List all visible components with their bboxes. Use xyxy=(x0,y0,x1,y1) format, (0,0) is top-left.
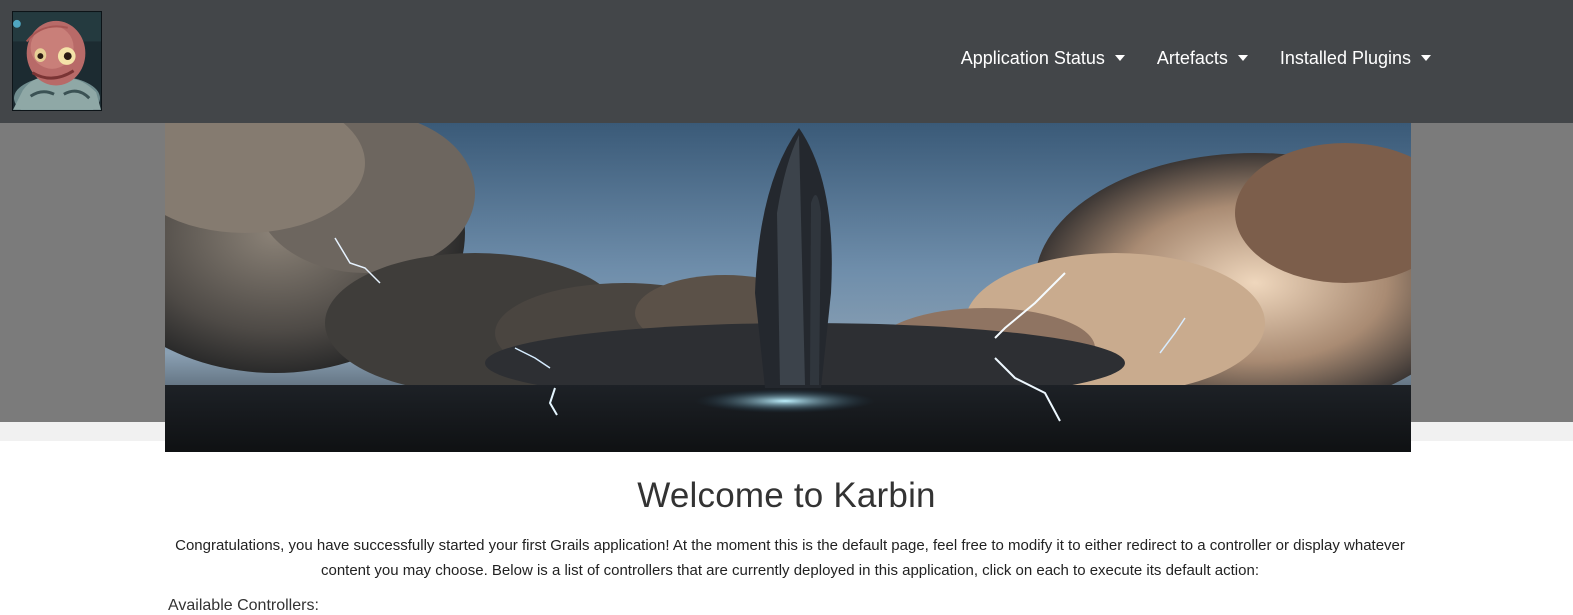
nav-artefacts-dropdown[interactable]: Artefacts xyxy=(1141,48,1264,69)
nav-application-status-dropdown[interactable]: Application Status xyxy=(945,48,1141,69)
caret-down-icon xyxy=(1421,54,1431,61)
controllers-heading: Available Controllers: xyxy=(168,597,319,614)
nav-item-label: Artefacts xyxy=(1156,48,1228,68)
main-nav-menu: Application Status Artefacts Installed P… xyxy=(945,48,1447,69)
caret-down-icon xyxy=(1237,54,1248,61)
caret-down-icon xyxy=(1114,54,1125,61)
intro-paragraph: Congratulations, you have successfully s… xyxy=(175,537,1405,579)
page-title: Welcome to Karbin xyxy=(637,476,936,515)
hero-banner-image xyxy=(165,123,1411,452)
alien-avatar-logo-icon[interactable] xyxy=(12,11,102,111)
nav-item-label: Application Status xyxy=(960,48,1105,68)
nav-item-label: Installed Plugins xyxy=(1279,48,1411,68)
nav-installed-plugins-dropdown[interactable]: Installed Plugins xyxy=(1264,48,1447,69)
navbar: Application Status Artefacts Installed P… xyxy=(0,0,1573,123)
